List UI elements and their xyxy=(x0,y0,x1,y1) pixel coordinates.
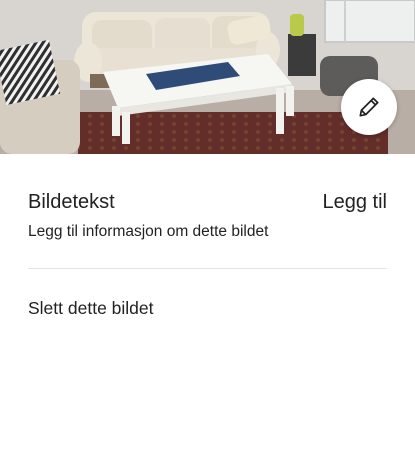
caption-title: Bildetekst xyxy=(28,190,115,213)
room-photo xyxy=(0,0,415,154)
caption-hint: Legg til informasjon om dette bildet xyxy=(28,223,269,240)
edit-photo-button[interactable] xyxy=(341,79,397,135)
caption-row: Bildetekst Legg til xyxy=(28,188,387,216)
divider xyxy=(28,268,387,269)
pencil-icon xyxy=(359,97,379,117)
room-photo-illustration xyxy=(0,0,415,154)
delete-photo-link[interactable]: Slett dette bildet xyxy=(28,298,154,319)
add-caption-link[interactable]: Legg til xyxy=(323,191,388,214)
